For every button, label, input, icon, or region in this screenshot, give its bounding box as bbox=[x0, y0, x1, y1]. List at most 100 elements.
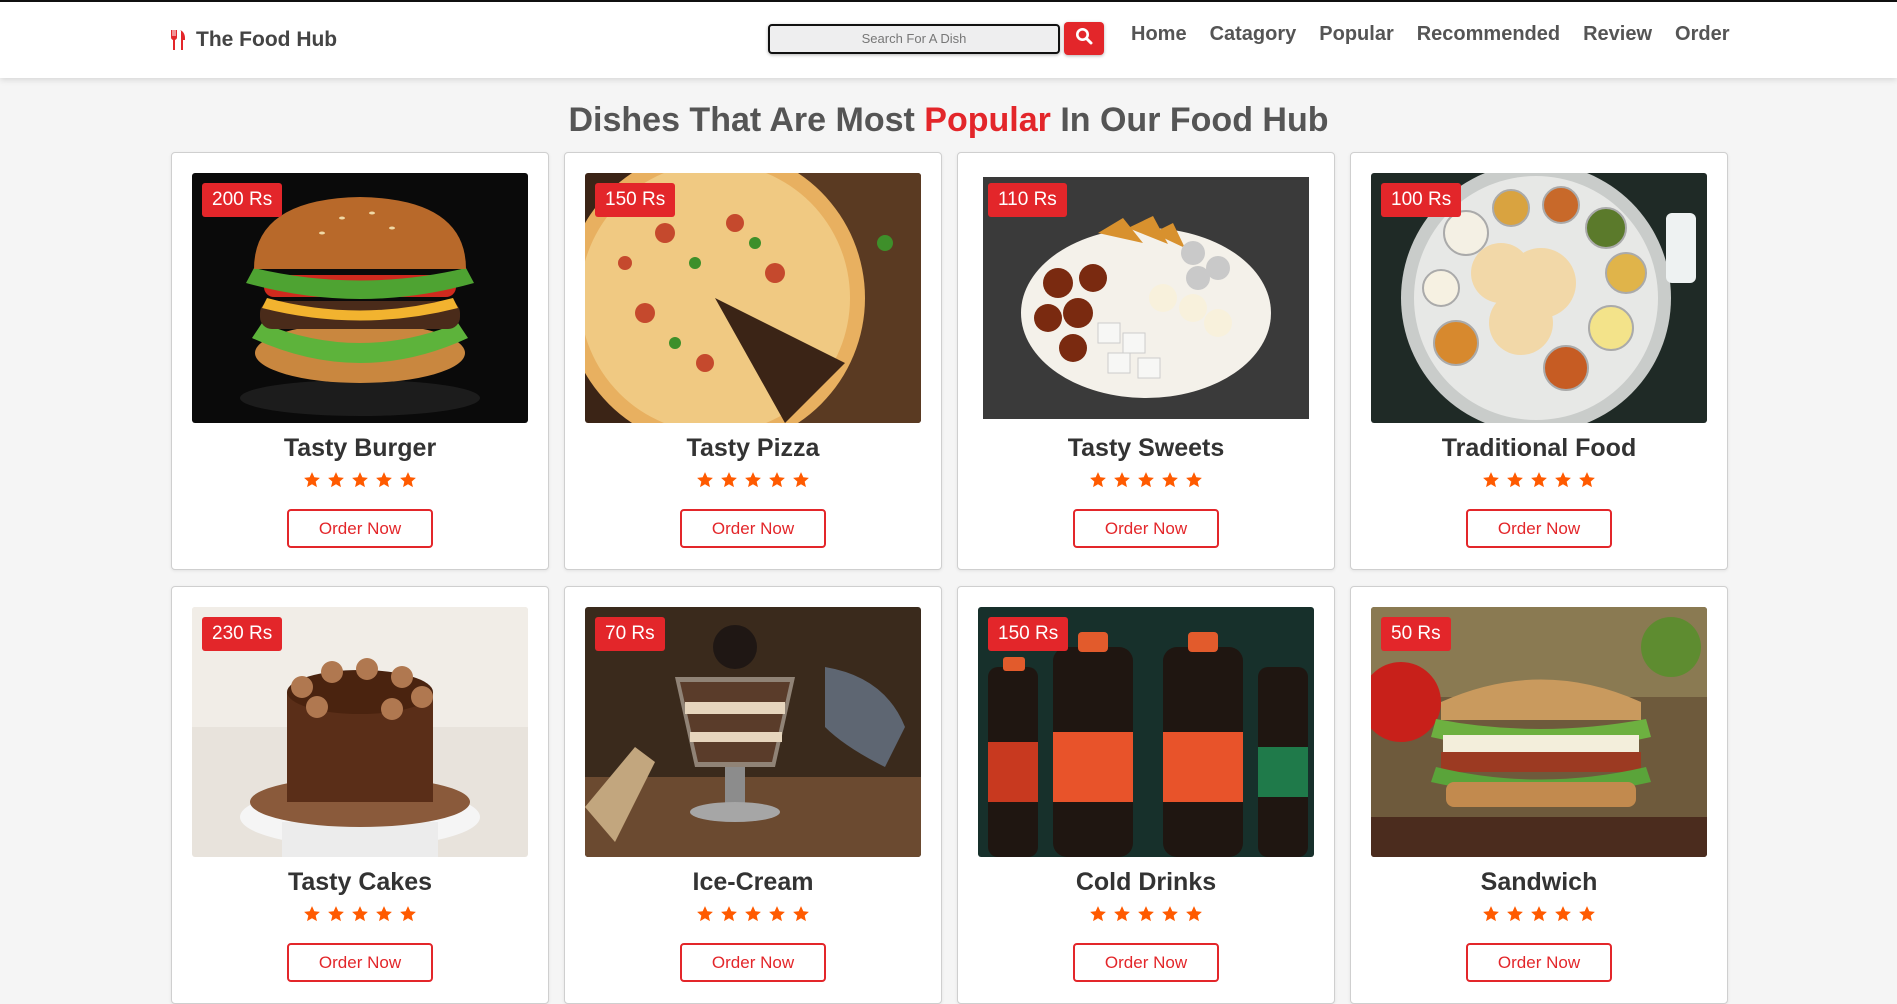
nav-home[interactable]: Home bbox=[1131, 23, 1187, 46]
star-icon bbox=[793, 906, 809, 922]
star-icon bbox=[352, 472, 368, 488]
star-icon bbox=[1483, 906, 1499, 922]
main-nav: Home Catagory Popular Recommended Review… bbox=[1131, 23, 1730, 46]
rating-stars bbox=[958, 905, 1334, 923]
dish-card: 150 Rs Tasty Pizza Order Now bbox=[564, 152, 942, 570]
nav-recommended[interactable]: Recommended bbox=[1417, 23, 1560, 46]
search-bar bbox=[768, 22, 1104, 55]
star-icon bbox=[1483, 472, 1499, 488]
order-now-button[interactable]: Order Now bbox=[680, 943, 826, 982]
dish-name: Tasty Sweets bbox=[1067, 434, 1225, 462]
price-badge: 70 Rs bbox=[595, 617, 665, 651]
utensils-icon bbox=[170, 30, 186, 50]
search-button[interactable] bbox=[1064, 22, 1104, 55]
star-icon bbox=[1579, 472, 1595, 488]
dish-grid: 200 Rs Tasty Burger Order Now 150 Rs Tas… bbox=[171, 152, 1728, 1004]
order-now-button[interactable]: Order Now bbox=[1073, 943, 1219, 982]
price-badge: 200 Rs bbox=[202, 183, 283, 217]
star-icon bbox=[328, 906, 344, 922]
dish-card: 150 Rs Cold Drinks Order Now bbox=[957, 586, 1335, 1004]
rating-stars bbox=[172, 905, 548, 923]
star-icon bbox=[1555, 472, 1571, 488]
star-icon bbox=[769, 906, 785, 922]
order-now-button[interactable]: Order Now bbox=[1466, 943, 1612, 982]
dish-card: 70 Rs Ice-Cream Order Now bbox=[564, 586, 942, 1004]
nav-popular[interactable]: Popular bbox=[1319, 23, 1393, 46]
star-icon bbox=[304, 472, 320, 488]
star-icon bbox=[721, 906, 737, 922]
dish-card: 100 Rs Traditional Food Order Now bbox=[1350, 152, 1728, 570]
title-part-1: Dishes That Are Most bbox=[568, 101, 915, 139]
order-now-button[interactable]: Order Now bbox=[287, 943, 433, 982]
order-now-button[interactable]: Order Now bbox=[680, 509, 826, 548]
star-icon bbox=[745, 472, 761, 488]
price-badge: 50 Rs bbox=[1381, 617, 1451, 651]
rating-stars bbox=[172, 471, 548, 489]
nav-category[interactable]: Catagory bbox=[1210, 23, 1297, 46]
order-now-button[interactable]: Order Now bbox=[287, 509, 433, 548]
dish-name: Traditional Food bbox=[1441, 434, 1637, 462]
cake-image: 230 Rs bbox=[192, 607, 528, 857]
section-title: Dishes That Are Most Popular In Our Food… bbox=[0, 101, 1897, 140]
star-icon bbox=[793, 472, 809, 488]
dish-card: 230 Rs Tasty Cakes Order Now bbox=[171, 586, 549, 1004]
star-icon bbox=[1138, 472, 1154, 488]
pizza-image: 150 Rs bbox=[585, 173, 921, 423]
star-icon bbox=[400, 472, 416, 488]
rating-stars bbox=[958, 471, 1334, 489]
star-icon bbox=[1090, 906, 1106, 922]
star-icon bbox=[400, 906, 416, 922]
star-icon bbox=[1162, 472, 1178, 488]
star-icon bbox=[1186, 906, 1202, 922]
order-now-button[interactable]: Order Now bbox=[1073, 509, 1219, 548]
star-icon bbox=[1114, 472, 1130, 488]
rating-stars bbox=[1351, 905, 1727, 923]
star-icon bbox=[1114, 906, 1130, 922]
brand-name: The Food Hub bbox=[196, 28, 338, 51]
burger-image: 200 Rs bbox=[192, 173, 528, 423]
price-badge: 110 Rs bbox=[988, 183, 1067, 217]
star-icon bbox=[1579, 906, 1595, 922]
dish-card: 50 Rs Sandwich Order Now bbox=[1350, 586, 1728, 1004]
rating-stars bbox=[1351, 471, 1727, 489]
star-icon bbox=[1507, 906, 1523, 922]
star-icon bbox=[769, 472, 785, 488]
star-icon bbox=[1507, 472, 1523, 488]
search-input[interactable] bbox=[768, 23, 1060, 54]
star-icon bbox=[376, 906, 392, 922]
star-icon bbox=[1531, 906, 1547, 922]
rating-stars bbox=[565, 471, 941, 489]
nav-order[interactable]: Order bbox=[1675, 23, 1729, 46]
dish-card: 200 Rs Tasty Burger Order Now bbox=[171, 152, 549, 570]
star-icon bbox=[697, 906, 713, 922]
dish-name: Tasty Pizza bbox=[686, 434, 820, 462]
star-icon bbox=[1138, 906, 1154, 922]
nav-review[interactable]: Review bbox=[1583, 23, 1652, 46]
star-icon bbox=[721, 472, 737, 488]
dish-name: Tasty Burger bbox=[283, 434, 437, 462]
price-badge: 150 Rs bbox=[595, 183, 676, 217]
rating-stars bbox=[565, 905, 941, 923]
star-icon bbox=[328, 472, 344, 488]
order-now-button[interactable]: Order Now bbox=[1466, 509, 1612, 548]
site-header: The Food Hub Home Catagory Popular Recom… bbox=[0, 2, 1897, 78]
star-icon bbox=[1090, 472, 1106, 488]
dish-card: 110 Rs Tasty Sweets Order Now bbox=[957, 152, 1335, 570]
title-part-2: In Our Food Hub bbox=[1060, 101, 1329, 139]
star-icon bbox=[745, 906, 761, 922]
star-icon bbox=[1186, 472, 1202, 488]
star-icon bbox=[376, 472, 392, 488]
thali-image: 100 Rs bbox=[1371, 173, 1707, 423]
sandwich-image: 50 Rs bbox=[1371, 607, 1707, 857]
brand-logo[interactable]: The Food Hub bbox=[170, 28, 337, 52]
star-icon bbox=[697, 472, 713, 488]
price-badge: 100 Rs bbox=[1381, 183, 1462, 217]
price-badge: 230 Rs bbox=[202, 617, 283, 651]
star-icon bbox=[1531, 472, 1547, 488]
star-icon bbox=[352, 906, 368, 922]
search-icon bbox=[1075, 27, 1093, 50]
colddrinks-image: 150 Rs bbox=[978, 607, 1314, 857]
star-icon bbox=[304, 906, 320, 922]
star-icon bbox=[1555, 906, 1571, 922]
icecream-image: 70 Rs bbox=[585, 607, 921, 857]
